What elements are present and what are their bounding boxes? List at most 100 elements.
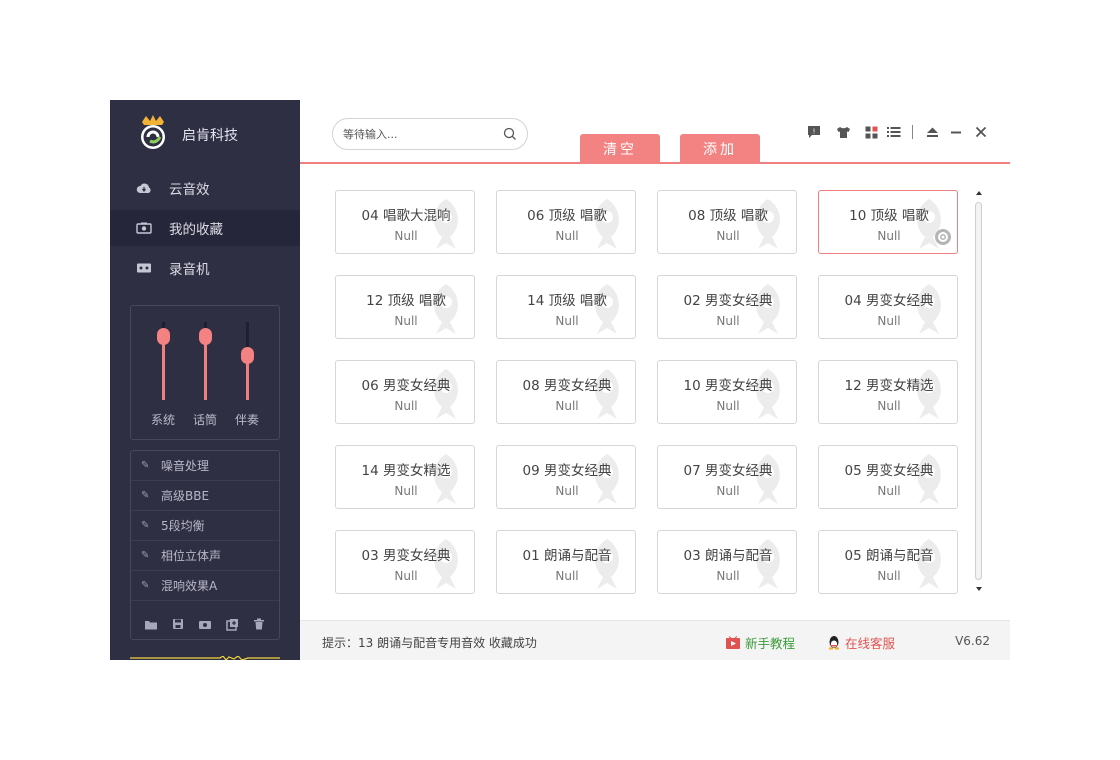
card-title: 12 顶级 唱歌 bbox=[366, 293, 446, 309]
sound-effect-card[interactable]: 07 男变女经典 Null bbox=[657, 445, 797, 509]
trash-icon[interactable] bbox=[252, 618, 266, 630]
sound-effect-card[interactable]: 10 顶级 唱歌 Null bbox=[818, 190, 958, 254]
sound-effect-card[interactable]: 04 唱歌大混响 Null bbox=[335, 190, 475, 254]
tutorial-link[interactable]: 新手教程 bbox=[725, 633, 795, 652]
sound-effect-card[interactable]: 01 朗诵与配音 Null bbox=[496, 530, 636, 594]
recorder-icon bbox=[135, 261, 153, 275]
effect-label: 混响效果A bbox=[161, 579, 218, 593]
logo-icon bbox=[136, 114, 170, 150]
clear-button[interactable]: 清空 bbox=[580, 134, 660, 164]
nav-item-recorder[interactable]: 录音机 bbox=[110, 250, 300, 286]
card-subtitle: Null bbox=[394, 314, 418, 328]
card-subtitle: Null bbox=[877, 484, 901, 498]
minimize-icon[interactable] bbox=[948, 124, 964, 140]
slider-label-accompaniment: 伴奏 bbox=[234, 413, 259, 427]
sound-effect-card[interactable]: 09 男变女经典 Null bbox=[496, 445, 636, 509]
sound-effect-card[interactable]: 03 朗诵与配音 Null bbox=[657, 530, 797, 594]
sound-effect-card[interactable]: 08 男变女经典 Null bbox=[496, 360, 636, 424]
service-label: 在线客服 bbox=[845, 636, 896, 651]
pin-icon: ✎ bbox=[141, 580, 150, 591]
card-title: 06 顶级 唱歌 bbox=[527, 208, 607, 224]
scrollbar[interactable] bbox=[974, 188, 984, 598]
card-subtitle: Null bbox=[716, 314, 740, 328]
search-box bbox=[332, 118, 528, 150]
effect-label: 噪音处理 bbox=[161, 459, 210, 473]
pin-icon: ✎ bbox=[141, 520, 150, 531]
nav-item-cloud-effects[interactable]: 云音效 bbox=[110, 170, 300, 206]
camera-icon[interactable] bbox=[198, 618, 212, 630]
nav-label: 我的收藏 bbox=[169, 222, 223, 238]
sound-effect-card[interactable]: 06 顶级 唱歌 Null bbox=[496, 190, 636, 254]
nav-label: 云音效 bbox=[169, 182, 210, 198]
cloud-icon bbox=[135, 181, 153, 195]
card-subtitle: Null bbox=[877, 399, 901, 413]
search-icon[interactable] bbox=[503, 127, 517, 141]
top-bar: 清空 添加 ! bbox=[300, 100, 1010, 164]
card-subtitle: Null bbox=[394, 484, 418, 498]
version-label: V6.62 bbox=[955, 634, 990, 648]
card-subtitle: Null bbox=[394, 399, 418, 413]
pin-icon: ✎ bbox=[141, 550, 150, 561]
card-title: 02 男变女经典 bbox=[683, 293, 773, 309]
video-icon bbox=[726, 635, 740, 649]
grid-view-icon[interactable] bbox=[863, 124, 879, 140]
sidebar: 启肯科技 云音效 我的收藏 录音机 系统 话筒 伴奏 ✎ 噪音处理 ✎ 高级BB… bbox=[110, 100, 300, 660]
effect-phase-stereo[interactable]: ✎ 相位立体声 bbox=[131, 541, 279, 571]
search-input[interactable] bbox=[343, 125, 493, 143]
card-subtitle: Null bbox=[555, 399, 579, 413]
card-title: 12 男变女精选 bbox=[844, 378, 934, 394]
system-volume-slider[interactable] bbox=[148, 318, 178, 408]
sound-effect-card[interactable]: 08 顶级 唱歌 Null bbox=[657, 190, 797, 254]
mic-volume-slider[interactable] bbox=[190, 318, 220, 408]
card-title: 04 唱歌大混响 bbox=[361, 208, 451, 224]
card-title: 06 男变女经典 bbox=[361, 378, 451, 394]
slider-label-system: 系统 bbox=[150, 413, 175, 427]
sound-effect-card[interactable]: 03 男变女经典 Null bbox=[335, 530, 475, 594]
collapse-icon[interactable] bbox=[924, 124, 940, 140]
sound-effect-card[interactable]: 14 男变女精选 Null bbox=[335, 445, 475, 509]
add-icon[interactable] bbox=[225, 618, 239, 631]
skin-icon[interactable] bbox=[835, 124, 851, 140]
sound-effect-card[interactable]: 10 男变女经典 Null bbox=[657, 360, 797, 424]
effect-noise-reduction[interactable]: ✎ 噪音处理 bbox=[131, 451, 279, 481]
card-title: 10 顶级 唱歌 bbox=[849, 208, 929, 224]
gear-icon[interactable] bbox=[935, 229, 951, 245]
sound-effect-card[interactable]: 12 男变女精选 Null bbox=[818, 360, 958, 424]
card-subtitle: Null bbox=[716, 229, 740, 243]
card-title: 04 男变女经典 bbox=[844, 293, 934, 309]
sound-effect-card[interactable]: 05 男变女经典 Null bbox=[818, 445, 958, 509]
sound-effect-card[interactable]: 02 男变女经典 Null bbox=[657, 275, 797, 339]
sound-effect-card[interactable]: 06 男变女经典 Null bbox=[335, 360, 475, 424]
effect-bbe[interactable]: ✎ 高级BBE bbox=[131, 481, 279, 511]
sound-effect-card[interactable]: 04 男变女经典 Null bbox=[818, 275, 958, 339]
sound-effect-card[interactable]: 12 顶级 唱歌 Null bbox=[335, 275, 475, 339]
feedback-icon[interactable]: ! bbox=[806, 124, 822, 140]
card-title: 10 男变女经典 bbox=[683, 378, 773, 394]
effect-label: 相位立体声 bbox=[161, 549, 222, 563]
card-title: 14 男变女精选 bbox=[361, 463, 451, 479]
online-service-link[interactable]: 在线客服 bbox=[827, 633, 895, 652]
sound-effect-grid: 04 唱歌大混响 Null 06 顶级 唱歌 Null 08 顶级 唱歌 Null 10 顶… bbox=[335, 190, 965, 600]
effect-5band-eq[interactable]: ✎ 5段均衡 bbox=[131, 511, 279, 541]
accompaniment-volume-slider[interactable] bbox=[232, 318, 262, 408]
nav-item-favorites[interactable]: 我的收藏 bbox=[110, 210, 300, 246]
scrollbar-thumb[interactable] bbox=[975, 202, 982, 580]
card-title: 09 男变女经典 bbox=[522, 463, 612, 479]
folder-icon[interactable] bbox=[144, 618, 158, 630]
slider-label-mic: 话筒 bbox=[192, 413, 217, 427]
card-subtitle: Null bbox=[716, 569, 740, 583]
sound-effect-card[interactable]: 05 朗诵与配音 Null bbox=[818, 530, 958, 594]
effect-reverb-a[interactable]: ✎ 混响效果A bbox=[131, 571, 279, 601]
list-view-icon[interactable] bbox=[886, 124, 902, 140]
card-subtitle: Null bbox=[555, 314, 579, 328]
save-icon[interactable] bbox=[171, 618, 185, 630]
scroll-down-icon[interactable] bbox=[975, 586, 983, 592]
status-bar: 提示：13 朗诵与配音专用音效 收藏成功 新手教程 在线客服 V6.62 bbox=[300, 620, 1010, 660]
effects-toolbar bbox=[131, 611, 279, 637]
close-icon[interactable] bbox=[973, 124, 989, 140]
qq-icon bbox=[828, 636, 840, 650]
add-button[interactable]: 添加 bbox=[680, 134, 760, 164]
sound-effect-card[interactable]: 14 顶级 唱歌 Null bbox=[496, 275, 636, 339]
card-title: 14 顶级 唱歌 bbox=[527, 293, 607, 309]
scroll-up-icon[interactable] bbox=[975, 190, 983, 196]
